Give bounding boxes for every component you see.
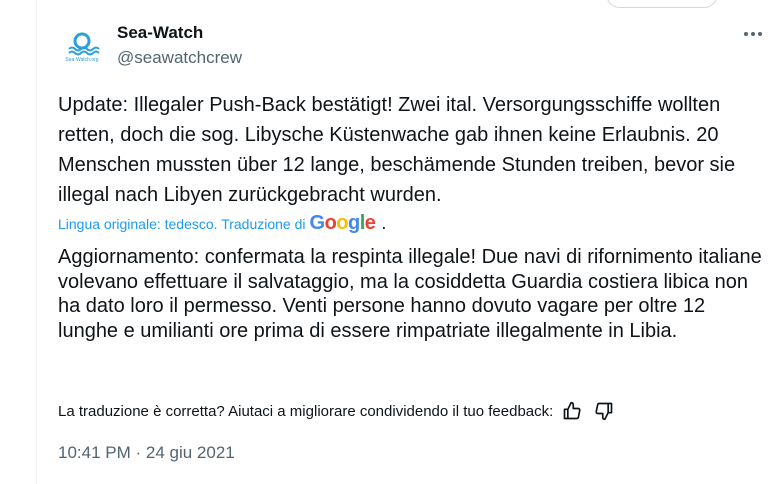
tweet-translated-text: Aggiornamento: confermata la respinta il… <box>58 246 762 342</box>
svg-text:Sea-Watch.org: Sea-Watch.org <box>65 57 98 63</box>
translation-attribution: Lingua originale: tedesco. Traduzione di… <box>58 212 386 235</box>
more-options-icon[interactable] <box>740 24 766 44</box>
attribution-dot: . <box>381 213 387 233</box>
tweet-timestamp[interactable]: 10:41 PM · 24 giu 2021 <box>58 443 235 463</box>
author-handle[interactable]: @seawatchcrew <box>117 48 242 68</box>
avatar[interactable]: Sea-Watch.org <box>58 25 106 73</box>
tweet-original-text: Update: Illegaler Push-Back bestätigt! Z… <box>58 94 736 206</box>
thumbs-up-icon[interactable] <box>561 400 583 422</box>
feedback-prompt: La traduzione è corretta? Aiutaci a migl… <box>58 402 554 420</box>
translation-note[interactable]: Lingua originale: tedesco. Traduzione di <box>58 216 306 232</box>
timeline-divider <box>36 0 37 484</box>
author-name[interactable]: Sea-Watch <box>117 23 203 43</box>
google-logo: Google <box>309 212 376 234</box>
top-action-button[interactable] <box>606 0 718 8</box>
translation-feedback: La traduzione è corretta? Aiutaci a migl… <box>58 400 615 422</box>
sea-watch-logo: Sea-Watch.org <box>58 25 106 73</box>
thumbs-down-icon[interactable] <box>593 400 615 422</box>
